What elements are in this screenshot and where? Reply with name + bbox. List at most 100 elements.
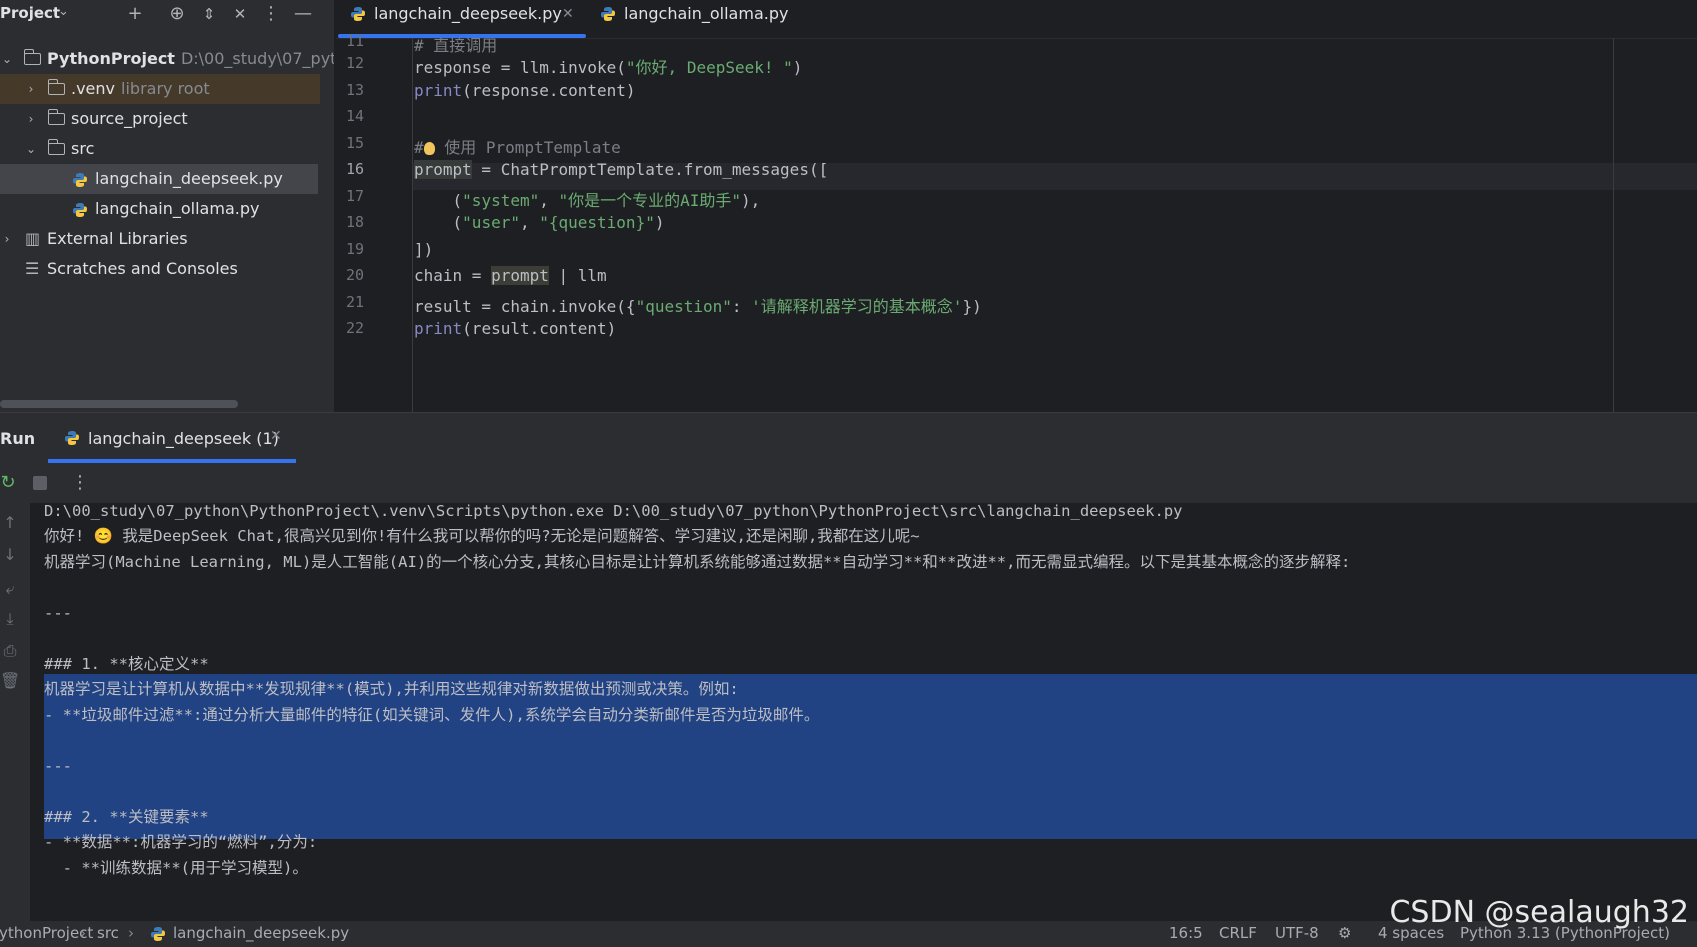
chevron-down-icon[interactable]: ⌄ (58, 4, 69, 19)
print-icon[interactable]: ⎙ (0, 641, 20, 661)
more-options-icon[interactable]: ⋮ (258, 0, 284, 28)
hide-panel-icon[interactable]: — (290, 0, 316, 28)
tab-run-langchain-deepseek[interactable]: langchain_deepseek (1) ✕ (48, 413, 296, 463)
python-file-icon (351, 7, 365, 21)
folder-icon (47, 79, 65, 95)
rerun-icon[interactable]: ↻ (0, 471, 20, 495)
code-line-15[interactable]: # 使用 PromptTemplate (414, 134, 621, 158)
tree-item-label: PythonProject (47, 49, 175, 68)
line-number: 13 (345, 81, 364, 99)
caret-position[interactable]: 16:5 (1169, 924, 1203, 942)
soft-wrap-icon[interactable]: ⤶ (0, 579, 20, 599)
console-line: ### 2. **关键要素** (44, 808, 209, 826)
code-line-16[interactable]: prompt = ChatPromptTemplate.from_message… (414, 160, 828, 179)
tree-item-label: langchain_deepseek.py (95, 169, 283, 188)
console-side-toolbar: ↑ ↓ ⤶ ⤓ ⎙ 🗑 (0, 503, 30, 922)
line-number: 17 (345, 187, 364, 205)
console-line: - **数据**:机器学习的“燃料”,分为: (44, 833, 318, 851)
line-number-gutter[interactable]: 11 12 13 14 15 16 17 18 19 20 21 22 (336, 32, 413, 412)
line-number: 16 (345, 160, 364, 178)
line-number: 12 (345, 54, 364, 72)
line-separator[interactable]: CRLF (1219, 924, 1257, 942)
folder-icon (47, 139, 65, 155)
library-icon: ▥ (25, 229, 41, 248)
chevron-right-icon[interactable]: › (0, 224, 14, 254)
code-line-21[interactable]: result = chain.invoke({"question": '请解释机… (414, 293, 982, 317)
line-number: 20 (345, 266, 364, 284)
tree-item-langchain-ollama[interactable]: langchain_ollama.py (0, 194, 320, 224)
tree-item-source-project[interactable]: › source_project (0, 104, 320, 134)
locate-icon[interactable]: ⊕ (164, 0, 190, 28)
tab-langchain-ollama[interactable]: langchain_ollama.py (600, 0, 800, 36)
more-options-icon[interactable]: ⋮ (68, 471, 92, 495)
console-line: 机器学习是让计算机从数据中**发现规律**(模式),并利用这些规律对新数据做出预… (44, 680, 739, 698)
tree-item-label: src (71, 139, 95, 158)
tree-item-langchain-deepseek[interactable]: langchain_deepseek.py (0, 164, 318, 194)
code-line-13[interactable]: print(response.content) (414, 81, 636, 100)
file-encoding[interactable]: UTF-8 (1275, 924, 1319, 942)
tree-item-hint: library root (121, 79, 210, 98)
tree-item-pythonproject[interactable]: ⌄ PythonProject D:\00_study\07_python\Pyt… (0, 44, 334, 74)
line-number: 15 (345, 134, 364, 152)
code-line-19[interactable]: ]) (414, 240, 433, 259)
settings-icon[interactable]: ⚙ (1338, 924, 1351, 942)
chevron-right-icon[interactable]: › (24, 104, 38, 134)
code-line-18[interactable]: ("user", "{question}") (414, 213, 665, 232)
console-line: - **训练数据**(用于学习模型)。 (44, 859, 308, 877)
scratches-icon: ☰ (25, 259, 40, 278)
trash-icon[interactable]: 🗑 (0, 671, 20, 690)
chevron-right-icon[interactable]: › (24, 74, 38, 104)
scroll-down-icon[interactable]: ↓ (0, 545, 20, 564)
project-view-selector[interactable]: Project (0, 4, 60, 22)
close-icon[interactable]: ✕ (562, 0, 574, 28)
tree-item-scratches[interactable]: ☰ Scratches and Consoles (0, 254, 320, 284)
tree-item-venv[interactable]: › .venv library root (0, 74, 320, 104)
breadcrumb-src[interactable]: src (97, 924, 119, 942)
breadcrumb-separator-icon: › (128, 924, 134, 942)
horizontal-scrollbar[interactable] (0, 400, 238, 408)
chevron-down-icon[interactable]: ⌄ (0, 44, 14, 74)
editor-tab-bar: langchain_deepseek.py ✕ langchain_ollama… (336, 0, 1697, 39)
console-line: --- (44, 757, 72, 775)
tree-item-src[interactable]: ⌄ src (0, 134, 320, 164)
chevron-down-icon[interactable]: ⌄ (24, 134, 38, 164)
line-number: 11 (345, 32, 364, 50)
expand-all-icon[interactable]: ⇕ (196, 0, 222, 28)
console-line: 机器学习(Machine Learning, ML)是人工智能(AI)的一个核心… (44, 553, 1351, 571)
line-number: 22 (345, 319, 364, 337)
code-text: # 直接调用 (414, 36, 498, 55)
watermark: CSDN @sealaugh32 (1389, 895, 1689, 930)
console-line: - **垃圾邮件过滤**:通过分析大量邮件的特征(如关键词、发件人),系统学会自… (44, 706, 820, 724)
code-editor: langchain_deepseek.py ✕ langchain_ollama… (336, 0, 1697, 412)
tab-langchain-deepseek[interactable]: langchain_deepseek.py ✕ (350, 0, 584, 36)
scroll-to-end-icon[interactable]: ⤓ (0, 609, 20, 629)
python-file-icon (73, 203, 87, 217)
tree-item-label: source_project (71, 109, 188, 128)
collapse-all-icon[interactable]: ✕ (227, 0, 253, 28)
add-icon[interactable]: + (122, 0, 148, 28)
tree-item-label: .venv (71, 79, 116, 98)
lightbulb-icon[interactable] (423, 142, 435, 155)
code-line-17[interactable]: ("system", "你是一个专业的AI助手"), (414, 187, 761, 211)
code-line-12[interactable]: response = llm.invoke("你好, DeepSeek! ") (414, 54, 802, 78)
stop-icon[interactable] (33, 476, 47, 490)
tab-label: langchain_ollama.py (624, 4, 789, 23)
code-line-11[interactable]: # 直接调用 (414, 32, 497, 56)
console-output[interactable]: D:\00_study\07_python\PythonProject\.ven… (44, 502, 1697, 922)
folder-icon (47, 109, 65, 125)
scroll-up-icon[interactable]: ↑ (0, 513, 20, 532)
close-icon[interactable]: ✕ (270, 428, 282, 444)
breadcrumb-file[interactable]: langchain_deepseek.py (173, 924, 349, 942)
python-run-icon (65, 431, 79, 445)
code-line-20[interactable]: chain = prompt | llm (414, 266, 607, 285)
run-tool-window: Run langchain_deepseek (1) ✕ ↻ ⋮ ↑ ↓ ⤶ ⤓… (0, 412, 1697, 922)
breadcrumb-separator-icon: › (80, 924, 86, 942)
line-number: 21 (345, 293, 364, 311)
line-number: 19 (345, 240, 364, 258)
code-line-22[interactable]: print(result.content) (414, 319, 616, 338)
console-line: 你好! 😊 我是DeepSeek Chat,很高兴见到你!有什么我可以帮你的吗?… (44, 527, 920, 545)
tree-item-external-libraries[interactable]: › ▥ External Libraries (0, 224, 320, 254)
console-line: ### 1. **核心定义** (44, 655, 209, 673)
python-file-icon (73, 173, 87, 187)
python-file-icon (601, 7, 615, 21)
